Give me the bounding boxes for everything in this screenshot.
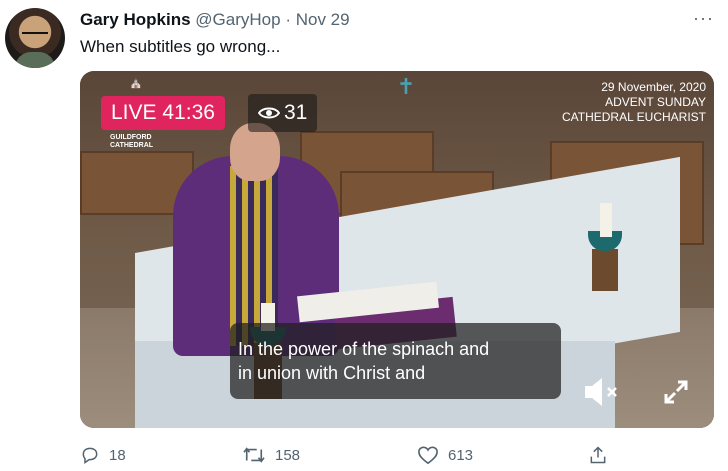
viewer-count: 31 [284, 101, 308, 124]
like-button[interactable]: 613 [417, 443, 473, 467]
subtitle-line: in union with Christ and [238, 363, 426, 383]
live-label: LIVE [111, 101, 157, 124]
service-title: ADVENT SUNDAY [605, 95, 706, 109]
more-options-icon[interactable]: ··· [693, 8, 714, 29]
subtitle-line: In the power of the spinach and [238, 339, 490, 359]
logo-line: CATHEDRAL [110, 142, 154, 149]
live-time: 41:36 [162, 101, 215, 124]
live-badge: LIVE 41:36 [101, 96, 225, 130]
like-count: 613 [448, 446, 474, 464]
retweet-icon [243, 447, 265, 463]
avatar-glasses [22, 32, 48, 40]
fullscreen-icon[interactable] [660, 376, 692, 408]
video-player[interactable]: ✝ ⛪ LIVE 41:36 31 GUILDFORD CATHEDRAL 29… [80, 71, 714, 428]
retweet-button[interactable]: 158 [242, 443, 300, 467]
retweet-count: 158 [275, 446, 301, 464]
avatar-shirt [15, 52, 55, 68]
reply-icon [82, 447, 98, 464]
author-name[interactable]: Gary Hopkins [80, 10, 191, 29]
eye-icon [257, 107, 281, 119]
logo-line: GUILDFORD [110, 134, 152, 141]
subtitle-box: In the power of the spinach and in union… [230, 323, 561, 399]
service-info: 29 November, 2020 ADVENT SUNDAY CATHEDRA… [562, 80, 706, 125]
guildford-cathedral-label: GUILDFORD CATHEDRAL [110, 134, 153, 150]
mute-icon[interactable] [582, 372, 622, 412]
tweet-text: When subtitles go wrong... [80, 37, 281, 56]
reply-count: 18 [109, 446, 126, 464]
cross-icon: ✝ [396, 74, 416, 99]
candle-right [600, 203, 612, 237]
cathedral-logo-icon: ⛪ [129, 77, 143, 89]
tweet-header: Gary Hopkins @GaryHop · Nov 29 [80, 10, 350, 30]
service-name: CATHEDRAL EUCHARIST [561, 110, 706, 124]
separator-dot: · [285, 10, 291, 29]
heart-icon [418, 446, 438, 465]
candle-stand-right [592, 249, 618, 291]
share-button[interactable] [588, 443, 608, 467]
tweet-actions: 18 158 613 [80, 443, 640, 467]
tweet-date[interactable]: Nov 29 [296, 10, 350, 29]
share-icon [590, 446, 606, 464]
viewer-count-badge: 31 [248, 94, 318, 132]
reply-button[interactable]: 18 [80, 443, 126, 467]
avatar[interactable] [5, 8, 65, 68]
author-handle[interactable]: @GaryHop [195, 10, 280, 29]
service-date: 29 November, 2020 [601, 80, 706, 94]
